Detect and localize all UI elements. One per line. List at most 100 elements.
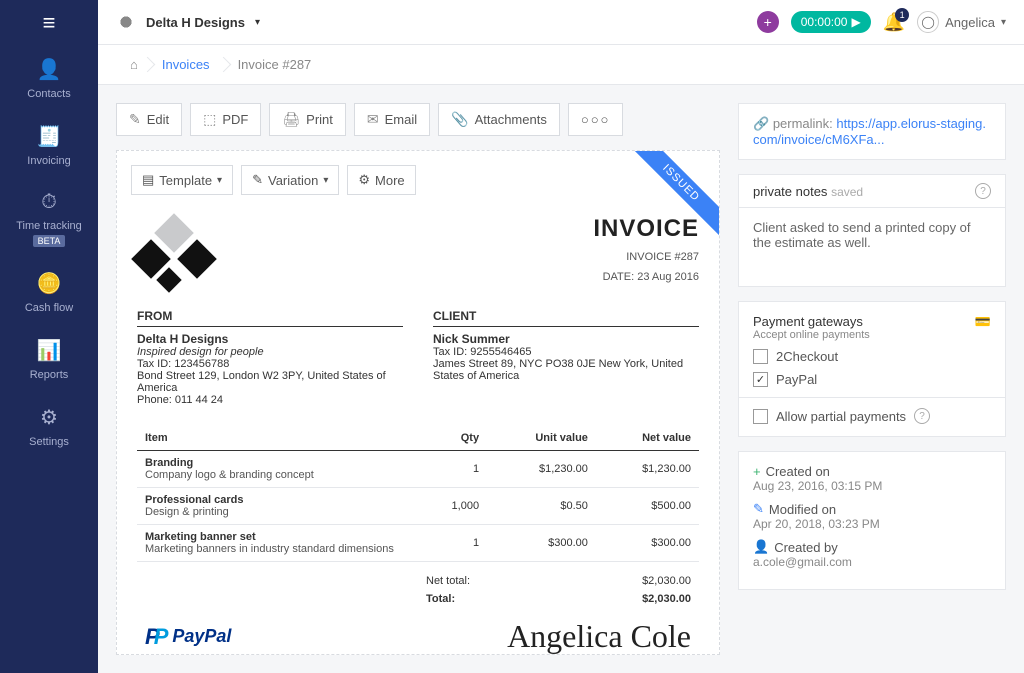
document-panel: ▤Template▾ ✎Variation▾ ⚙More ISSUED INVO… [116,150,720,655]
sidebar-item-invoicing[interactable]: 🧾 Invoicing [0,112,98,179]
org-logo-icon [116,12,136,32]
table-row: Marketing banner setMarketing banners in… [137,525,699,562]
sidebar-label: Reports [30,369,69,381]
topbar: Delta H Designs ▾ + 00:00:00 ▶ 🔔 1 ◯ Ang… [98,0,1024,45]
sidebar-label: Invoicing [27,155,70,167]
gateways-title: Payment gateways [753,314,870,329]
pencil-icon: ✎ [753,501,764,517]
contacts-icon: 👤 [37,57,62,82]
app-logo[interactable]: ≡ [0,0,98,45]
timer-widget[interactable]: 00:00:00 ▶ [791,11,871,33]
sidebar-label: Time tracking [16,220,82,232]
line-items-table: Item Qty Unit value Net value BrandingCo… [137,426,699,562]
pdf-icon: ⬚ [203,111,216,128]
template-icon: ▤ [142,172,154,188]
invoice-date: DATE: 23 Aug 2016 [593,271,699,283]
breadcrumb-invoices[interactable]: Invoices [148,45,224,84]
status-ribbon: ISSUED [623,151,719,247]
gateways-subtitle: Accept online payments [753,329,870,341]
modified-on-value: Apr 20, 2018, 03:23 PM [753,517,991,531]
invoicing-icon: 🧾 [37,124,62,149]
plus-icon: + [753,464,761,479]
email-icon: ✉ [367,111,379,128]
totals-section: Net total:$2,030.00 Total:$2,030.00 [418,572,699,608]
dots-icon: ○○○ [581,112,611,127]
print-button[interactable]: 🖨Print [269,103,346,136]
reports-icon: 📊 [37,338,62,363]
notification-count: 1 [895,8,909,22]
sidebar-label: Contacts [27,88,70,100]
table-row: Professional cardsDesign & printing1,000… [137,488,699,525]
cashflow-icon: 🪙 [37,271,62,296]
pdf-button[interactable]: ⬚PDF [190,103,261,136]
print-icon: 🖨 [282,111,300,128]
chevron-down-icon: ▾ [255,17,260,28]
home-icon: ⌂ [130,57,138,72]
pencil-icon: ✎ [129,111,141,128]
settings-icon: ⚙ [40,405,58,430]
variation-icon: ✎ [252,172,263,188]
sidebar: ≡ 👤 Contacts 🧾 Invoicing ⏱ Time tracking… [0,0,98,673]
table-row: BrandingCompany logo & branding concept1… [137,451,699,488]
invoice-preview: INVOICE INVOICE #287 DATE: 23 Aug 2016 F… [131,205,705,654]
beta-badge: BETA [33,235,66,247]
more-dropdown[interactable]: ⚙More [347,165,415,195]
more-button[interactable]: ○○○ [568,103,624,136]
company-logo [137,215,211,289]
add-button[interactable]: + [757,11,779,33]
user-menu[interactable]: ◯ Angelica ▾ [917,11,1006,33]
from-section: FROM Delta H Designs Inspired design for… [137,309,403,406]
gateway-2checkout[interactable]: 2Checkout [753,349,991,364]
sidebar-label: Cash flow [25,302,73,314]
sidebar-label: Settings [29,436,69,448]
help-icon[interactable]: ? [914,408,930,424]
permalink-card: 🔗 permalink: https://app.elorus-staging.… [738,103,1006,160]
notes-title: private notes [753,184,827,199]
notes-textarea[interactable]: Client asked to send a printed copy of t… [738,207,1006,287]
email-button[interactable]: ✉Email [354,103,430,136]
variation-dropdown[interactable]: ✎Variation▾ [241,165,339,195]
sidebar-item-settings[interactable]: ⚙ Settings [0,393,98,460]
play-icon: ▶ [851,15,860,29]
checkbox-icon[interactable] [753,409,768,424]
action-bar: ✎Edit ⬚PDF 🖨Print ✉Email 📎Attachments ○○… [116,103,720,136]
person-icon: 👤 [753,539,769,555]
notes-status: saved [831,185,863,199]
created-by-value: a.cole@gmail.com [753,555,991,569]
sidebar-item-timetracking[interactable]: ⏱ Time tracking BETA [0,179,98,259]
created-on-value: Aug 23, 2016, 03:15 PM [753,479,991,493]
client-section: CLIENT Nick Summer Tax ID: 9255546465 Ja… [433,309,699,406]
edit-button[interactable]: ✎Edit [116,103,182,136]
invoice-number: INVOICE #287 [593,251,699,263]
paypal-logo: PPPayPal [145,624,231,650]
help-icon[interactable]: ? [975,183,991,199]
notes-header: private notes saved ? [738,174,1006,207]
org-switcher[interactable]: Delta H Designs ▾ [116,12,260,32]
allow-partial-checkbox[interactable]: Allow partial payments ? [753,408,991,424]
template-dropdown[interactable]: ▤Template▾ [131,165,233,195]
breadcrumb-current: Invoice #287 [224,45,326,84]
attachments-button[interactable]: 📎Attachments [438,103,560,136]
paperclip-icon: 📎 [451,111,468,128]
timer-value: 00:00:00 [801,15,848,29]
breadcrumb: ⌂ Invoices Invoice #287 [98,45,1024,85]
sidebar-item-contacts[interactable]: 👤 Contacts [0,45,98,112]
gateway-paypal[interactable]: PayPal [753,372,991,387]
gateways-card: Payment gateways Accept online payments … [738,301,1006,437]
avatar-icon: ◯ [917,11,939,33]
signature: Angelica Cole [507,618,691,654]
user-name: Angelica [945,15,995,30]
checkbox-icon[interactable] [753,349,768,364]
sidebar-item-cashflow[interactable]: 🪙 Cash flow [0,259,98,326]
link-icon: 🔗 [753,116,769,131]
breadcrumb-home[interactable]: ⌂ [116,45,148,84]
notifications-button[interactable]: 🔔 1 [883,12,905,33]
checkbox-checked-icon[interactable] [753,372,768,387]
sidebar-item-reports[interactable]: 📊 Reports [0,326,98,393]
timer-icon: ⏱ [41,191,57,214]
gear-icon: ⚙ [358,172,370,188]
org-name: Delta H Designs [146,15,245,30]
card-icon: 💳 [975,314,991,341]
meta-card: +Created on Aug 23, 2016, 03:15 PM ✎Modi… [738,451,1006,590]
chevron-down-icon: ▾ [1001,17,1006,28]
